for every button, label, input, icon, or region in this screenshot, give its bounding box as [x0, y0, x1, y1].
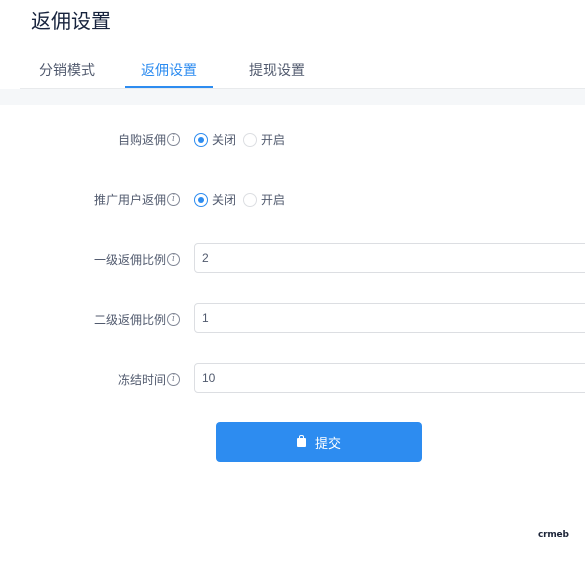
form-label: 二级返佣比例 i: [94, 311, 180, 328]
radio-unchecked-icon[interactable]: [243, 132, 258, 147]
promoter-rebate-label: 推广用户返佣: [93, 193, 166, 207]
form-label: 一级返佣比例 i: [94, 251, 180, 268]
radio-on[interactable]: 开启: [243, 191, 285, 208]
tab-rebate-settings[interactable]: 返佣设置: [125, 56, 213, 88]
form-label: 自购返佣 i: [118, 131, 180, 148]
radio-label: 开启: [261, 193, 286, 207]
info-icon[interactable]: i: [167, 253, 180, 266]
info-icon[interactable]: i: [167, 193, 180, 206]
radio-label: 关闭: [212, 193, 237, 207]
submit-button[interactable]: 提交: [216, 422, 422, 462]
brand-logo: crmeb: [538, 530, 569, 540]
radio-label: 开启: [261, 133, 286, 147]
form-label: 冻结时间 i: [118, 371, 180, 388]
level1-ratio-label: 一级返佣比例: [93, 253, 166, 267]
freeze-time-input[interactable]: [194, 363, 585, 393]
info-icon[interactable]: i: [167, 133, 180, 146]
radio-checked-icon[interactable]: [194, 132, 208, 147]
radio-checked-icon[interactable]: [194, 192, 208, 207]
self-purchase-label: 自购返佣: [117, 133, 166, 147]
info-icon[interactable]: i: [167, 313, 180, 326]
level2-ratio-input[interactable]: [194, 303, 585, 333]
radio-off[interactable]: 关闭: [194, 191, 236, 208]
tab-bar: 分销模式 返佣设置 提现设置: [20, 56, 585, 89]
self-purchase-radio-group: 关闭 开启: [194, 131, 292, 148]
lock-icon: [296, 434, 306, 447]
submit-label: 提交: [314, 435, 341, 451]
tab-withdraw-settings[interactable]: 提现设置: [232, 56, 322, 86]
radio-off[interactable]: 关闭: [194, 131, 236, 148]
freeze-time-label: 冻结时间: [117, 373, 166, 387]
radio-on[interactable]: 开启: [243, 131, 285, 148]
info-icon[interactable]: i: [167, 373, 180, 386]
level1-ratio-input[interactable]: [194, 243, 585, 273]
form-label: 推广用户返佣 i: [94, 191, 180, 208]
page-title: 返佣设置: [31, 11, 111, 33]
radio-unchecked-icon[interactable]: [243, 192, 258, 207]
level2-ratio-label: 二级返佣比例: [93, 313, 166, 327]
radio-label: 关闭: [212, 133, 237, 147]
tab-distribution-mode[interactable]: 分销模式: [22, 56, 112, 86]
promoter-rebate-radio-group: 关闭 开启: [194, 191, 292, 208]
section-divider: [0, 89, 585, 105]
